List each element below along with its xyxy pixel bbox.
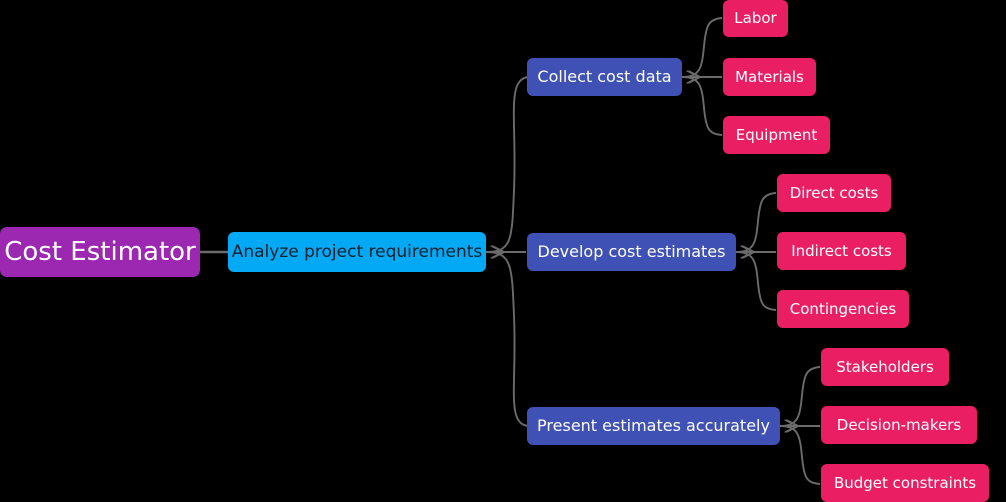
node-root[interactable]: Cost Estimator [0, 227, 200, 277]
node-leaf-label: Materials [735, 67, 804, 86]
edge-present-to-budget [779, 425, 821, 485]
node-equipment[interactable]: Equipment [723, 116, 830, 154]
node-leaf-label: Decision-makers [836, 415, 962, 434]
node-develop-cost-estimates[interactable]: Develop cost estimates [527, 233, 736, 271]
node-indirect-costs[interactable]: Indirect costs [777, 232, 906, 270]
node-leaf-label: Indirect costs [791, 241, 892, 260]
edge-analyze-to-collect [485, 76, 529, 253]
node-decision-makers[interactable]: Decision-makers [821, 406, 977, 444]
node-leaf-label: Equipment [735, 125, 818, 144]
node-branch-label: Develop cost estimates [537, 242, 726, 261]
node-leaf-label: Contingencies [789, 299, 897, 318]
node-root-label: Cost Estimator [4, 237, 196, 267]
edge-present-to-stakeholders [779, 366, 821, 427]
node-materials[interactable]: Materials [723, 58, 816, 96]
node-leaf-label: Labor [734, 9, 777, 27]
node-direct-costs[interactable]: Direct costs [777, 174, 891, 212]
mindmap-canvas: Cost Estimator Analyze project requireme… [0, 0, 1006, 502]
edge-collect-to-labor [681, 17, 723, 78]
node-collect-cost-data[interactable]: Collect cost data [527, 58, 682, 96]
node-labor[interactable]: Labor [723, 0, 788, 37]
node-analyze-project-requirements[interactable]: Analyze project requirements [228, 232, 486, 272]
node-present-estimates-accurately[interactable]: Present estimates accurately [527, 407, 780, 445]
edge-develop-to-direct [735, 192, 777, 253]
node-contingencies[interactable]: Contingencies [777, 290, 909, 328]
node-branch-label: Collect cost data [537, 67, 672, 86]
node-leaf-label: Direct costs [789, 183, 879, 202]
edge-develop-to-contingencies [735, 251, 777, 311]
node-stakeholders[interactable]: Stakeholders [821, 348, 949, 386]
node-leaf-label: Budget constraints [833, 473, 977, 492]
edge-analyze-to-present [485, 251, 529, 427]
node-leaf-label: Stakeholders [836, 357, 934, 376]
node-budget-constraints[interactable]: Budget constraints [821, 464, 989, 502]
edge-collect-to-equipment [681, 76, 723, 136]
node-branch-label: Present estimates accurately [537, 416, 770, 435]
node-level1-label: Analyze project requirements [231, 241, 483, 262]
